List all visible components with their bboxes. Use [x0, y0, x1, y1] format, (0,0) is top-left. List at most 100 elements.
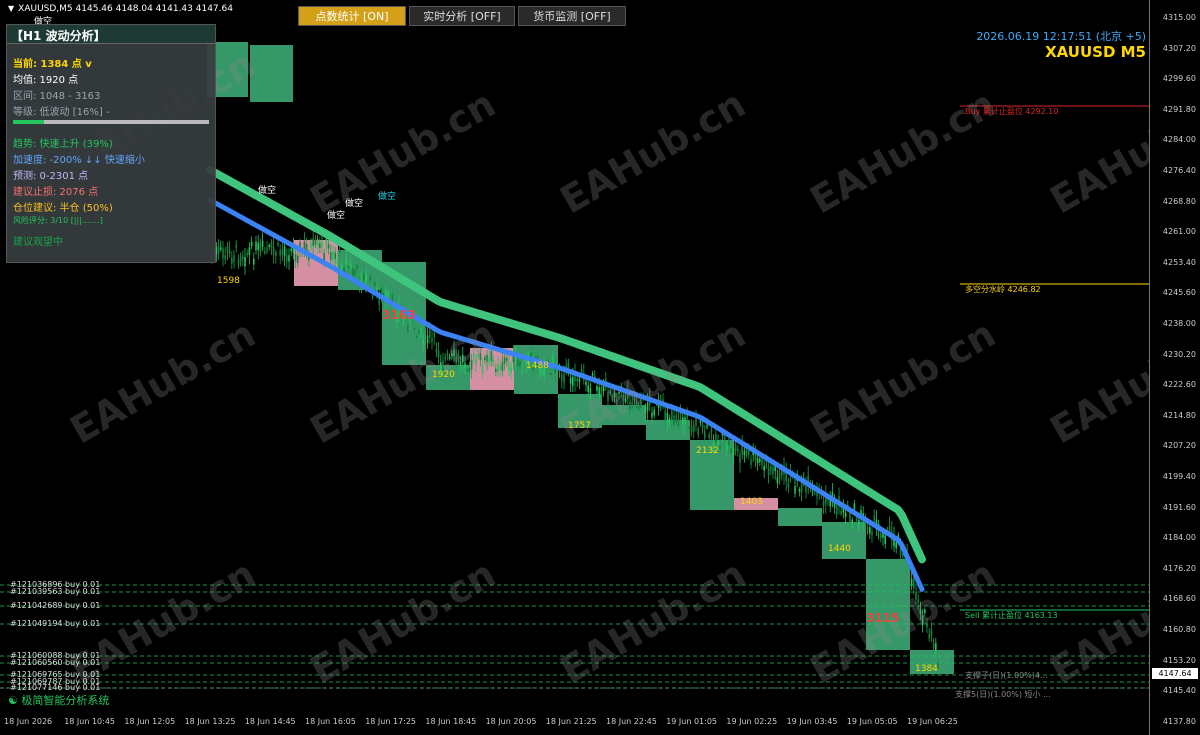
candle-body — [884, 535, 886, 545]
candle-body — [248, 247, 251, 255]
candle-body — [932, 643, 935, 648]
candle-body — [849, 511, 851, 522]
candle-body — [239, 256, 242, 263]
footer-text: 极简智能分析系统 — [21, 694, 110, 707]
candle-body — [288, 255, 290, 262]
candle-body — [664, 411, 666, 421]
candle-body — [266, 247, 268, 252]
time-tick: 18 Jun 22:45 — [606, 717, 657, 726]
candle-body — [316, 238, 319, 247]
time-tick: 18 Jun 2026 — [4, 717, 53, 726]
candle-body — [345, 259, 347, 265]
server-datetime: 2026.06.19 12:17:51 (北京 +5) — [976, 30, 1146, 43]
time-tick: 19 Jun 03:45 — [786, 717, 838, 726]
candle-body — [501, 361, 504, 372]
candle-body — [330, 252, 332, 260]
candle-body — [734, 443, 737, 452]
advice-row: 建议观望中 — [13, 237, 63, 248]
candle-body — [935, 643, 937, 651]
candle-body — [220, 247, 222, 250]
price-tick: 4261.00 — [1162, 227, 1196, 237]
candle-body — [488, 357, 490, 363]
pivot-label: 多空分水岭 4246.82 — [965, 285, 1041, 294]
candle-body — [369, 276, 372, 281]
volatility-panel: 【H1 波动分析】 当前: 1384 点 v 均值: 1920 点 区间: 10… — [6, 24, 216, 263]
forecast-row: 预测: 0-2301 点 — [13, 171, 89, 182]
candle-body — [391, 294, 394, 301]
candle-body — [297, 255, 299, 264]
candle-body — [653, 409, 655, 416]
time-tick: 19 Jun 06:25 — [907, 717, 958, 726]
sell-tp-label: Sell 累计止盈位 4163.13 — [965, 611, 1058, 620]
candle-body — [866, 527, 869, 530]
candle-body — [776, 477, 779, 484]
risk-row: 风险评分: 3/10 [|||.......] — [13, 216, 103, 225]
candle-body — [587, 385, 589, 392]
candle-body — [250, 241, 253, 247]
candle-body — [420, 330, 422, 333]
candle-body — [822, 500, 825, 506]
dropdown-arrow-icon[interactable]: ▼ — [8, 4, 14, 13]
candle-body — [759, 458, 761, 463]
candle-body — [277, 242, 279, 246]
candle-body — [719, 445, 721, 449]
candle-body — [743, 450, 746, 456]
box-points-label: 1440 — [828, 544, 851, 554]
candle-body — [413, 327, 416, 330]
price-axis[interactable]: 4315.00 4307.20 4299.60 4291.80 4284.00 4276.… — [1149, 0, 1200, 735]
price-tick: 4238.00 — [1162, 319, 1196, 328]
candle-body — [710, 428, 713, 433]
candle-body — [242, 256, 244, 260]
candle-body — [750, 459, 752, 465]
candle-body — [352, 268, 354, 276]
price-tick: 4199.40 — [1162, 472, 1196, 481]
order-label: #121060560 buy 0.01 — [10, 658, 101, 667]
candle-body — [715, 434, 717, 443]
candle-body — [246, 253, 248, 256]
order-label: #121077146 buy 0.01 — [10, 683, 101, 692]
candle-body — [272, 246, 275, 255]
candle-body — [224, 255, 226, 260]
candle-body — [563, 374, 565, 383]
price-tick: 4284.00 — [1162, 135, 1196, 145]
candle-body — [519, 361, 521, 367]
candle-body — [327, 244, 330, 249]
stoploss-row: 建议止损: 2076 点 — [13, 187, 99, 198]
box-points-label: 1488 — [526, 361, 549, 371]
candle-body — [772, 467, 774, 474]
candle-body — [858, 519, 860, 527]
candle-body — [855, 517, 858, 522]
candle-body — [336, 257, 339, 265]
candle-body — [873, 515, 875, 520]
realtime-analysis-button[interactable]: 实时分析 [OFF] — [409, 6, 515, 26]
price-tick: 4153.20 — [1162, 655, 1196, 665]
candle-body — [347, 266, 350, 269]
time-tick: 19 Jun 05:05 — [846, 717, 898, 726]
candle-body — [800, 483, 803, 493]
candle-body — [552, 356, 554, 363]
candle-body — [697, 429, 699, 435]
short-signal-label: 做空 — [345, 199, 364, 209]
candle-body — [499, 365, 501, 370]
candle-body — [541, 371, 543, 375]
candle-body — [668, 418, 671, 421]
box-points-label: 1598 — [217, 276, 240, 286]
order-label: #121039563 buy 0.01 — [10, 587, 101, 596]
candle-body — [237, 259, 240, 265]
price-tick: 4168.60 — [1162, 594, 1196, 604]
candle-body — [761, 458, 763, 466]
candle-body — [756, 458, 759, 464]
points-stats-button[interactable]: 点数统计 [ON] — [298, 6, 406, 26]
price-tick: 4245.60 — [1162, 288, 1196, 298]
candle-body — [510, 366, 512, 373]
support2-label: 支撑5(日)(1.00%) 短小 ... — [955, 690, 1051, 699]
volatility-box — [778, 508, 822, 526]
currency-monitor-button[interactable]: 货币监测 [OFF] — [518, 6, 626, 26]
candle-body — [576, 378, 578, 382]
candle-body — [294, 253, 297, 262]
candle-body — [286, 255, 288, 261]
candle-body — [770, 465, 772, 471]
candle-body — [682, 417, 684, 426]
candle-body — [853, 503, 856, 510]
candle-body — [561, 374, 563, 381]
